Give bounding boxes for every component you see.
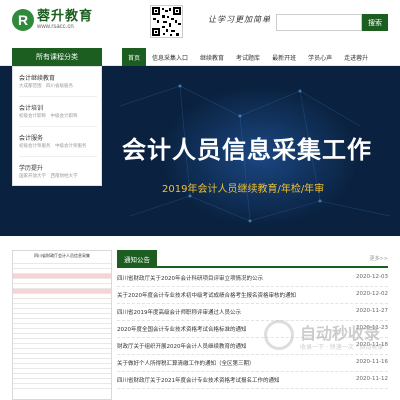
category-title: 学历提升 — [19, 165, 44, 172]
category-panel: 会计继续教育 大成都范围 四川省级服务 会计培训 初级会计职称 中级会计职称 会… — [12, 66, 102, 186]
notice-item[interactable]: 关于做好个人所得税汇算清缴工作的通知（全区第三期） 2020-11-16 — [117, 355, 388, 372]
logo-url: www.rsacc.cn — [37, 24, 74, 30]
lower-section: 四川省财政厅会计人员信息采集 通知公告 更多>> 四川省财政厅关于2020年会计… — [0, 236, 400, 400]
category-group[interactable]: 会计培训 初级会计职称 中级会计职称 — [19, 103, 78, 119]
notice-date: 2020-11-18 — [356, 342, 388, 348]
logo-name: 蓉升教育 — [37, 8, 94, 23]
notice-item[interactable]: 四川省2019年度高级会计师职称评审通过人员公示 2020-11-27 — [117, 304, 388, 321]
logo-text: 蓉升教育 www.rsacc.cn — [37, 9, 93, 31]
notice-date: 2020-12-03 — [356, 274, 388, 280]
banner-subtitle: 2019年会计人员继续教育/年检/年审 — [162, 184, 325, 195]
notice-date: 2020-11-27 — [356, 308, 388, 314]
notice-date: 2020-12-02 — [356, 291, 388, 297]
notice-title[interactable]: 关于2020年度会计专业技术初中级考试成绩合格考生报名资格审核的通知 — [117, 291, 322, 299]
category-divider — [19, 96, 97, 97]
notice-title[interactable]: 四川省财政厅关于2020年会计科研项目评审立项情况的公示 — [117, 274, 322, 282]
notice-header: 通知公告 更多>> — [117, 250, 388, 268]
search-input[interactable] — [276, 14, 362, 31]
document-thumbnail[interactable]: 四川省财政厅会计人员信息采集 — [12, 250, 112, 400]
site-header: R 蓉升教育 www.rsacc.cn 让学习更加简单 搜索 — [0, 0, 400, 48]
nav-item-info-collection[interactable]: 信息采集入口 — [146, 48, 194, 66]
notice-more-link[interactable]: 更多>> — [370, 255, 388, 262]
qr-code-icon — [150, 5, 183, 38]
notice-date: 2020-11-16 — [356, 359, 388, 365]
notice-item[interactable]: 2020年度全国会计专业技术资格考试合格标准的通知 2020-11-23 — [117, 321, 388, 338]
search-button[interactable]: 搜索 — [362, 14, 388, 31]
page: R 蓉升教育 www.rsacc.cn 让学习更加简单 搜索 所有课程分类 首页… — [0, 0, 400, 400]
notice-title[interactable]: 四川省2019年度高级会计师职称评审通过人员公示 — [117, 308, 322, 316]
notice-panel: 通知公告 更多>> 四川省财政厅关于2020年会计科研项目评审立项情况的公示 2… — [117, 250, 388, 400]
nav-item-continuing-education[interactable]: 继续教育 — [194, 48, 230, 66]
notice-title[interactable]: 财政厅关于组织开展2020年会计人员继续教育的通知 — [117, 342, 322, 350]
category-title: 会计继续教育 — [19, 75, 56, 82]
category-group[interactable]: 会计服务 初级会计师服务 中级会计师服务 — [19, 133, 87, 149]
notice-title[interactable]: 2020年度全国会计专业技术资格考试合格标准的通知 — [117, 325, 322, 333]
notice-title[interactable]: 四川省财政厅关于2021年度会计专业技术资格考试报名工作的通知 — [117, 376, 322, 384]
category-sub: 国家开放大学 西南财经大学 — [19, 174, 78, 179]
notice-item[interactable]: 四川省财政厅关于2020年会计科研项目评审立项情况的公示 2020-12-03 — [117, 270, 388, 287]
nav-item-testimonials[interactable]: 学员心声 — [302, 48, 338, 66]
notice-item[interactable]: 关于2020年度会计专业技术初中级考试成绩合格考生报名资格审核的通知 2020-… — [117, 287, 388, 304]
category-title: 会计服务 — [19, 135, 44, 142]
nav-item-about[interactable]: 走进蓉升 — [338, 48, 374, 66]
notice-date: 2020-11-23 — [356, 325, 388, 331]
logo-mark-icon: R — [12, 9, 34, 31]
category-divider — [19, 156, 97, 157]
notice-item[interactable]: 财政厅关于组织开展2020年会计人员继续教育的通知 2020-11-18 — [117, 338, 388, 355]
document-rows — [13, 259, 111, 389]
notice-tab[interactable]: 通知公告 — [117, 250, 157, 268]
nav-item-exam-bank[interactable]: 考试题库 — [230, 48, 266, 66]
banner-title: 会计人员信息采集工作 — [122, 136, 372, 164]
notice-date: 2020-11-12 — [356, 376, 388, 382]
notice-title[interactable]: 关于做好个人所得税汇算清缴工作的通知（全区第三期） — [117, 359, 322, 367]
notice-item[interactable]: 四川省财政厅关于2021年度会计专业技术资格考试报名工作的通知 2020-11-… — [117, 372, 388, 389]
nav-item-home[interactable]: 首页 — [122, 48, 147, 66]
site-logo[interactable]: R 蓉升教育 www.rsacc.cn — [12, 9, 93, 31]
nav-items: 首页 信息采集入口 继续教育 考试题库 最新开班 学员心声 走进蓉升 — [122, 48, 374, 66]
category-sub: 初级会计职称 中级会计职称 — [19, 114, 78, 119]
category-sub: 初级会计师服务 中级会计师服务 — [19, 144, 87, 149]
category-group[interactable]: 会计继续教育 大成都范围 四川省级服务 — [19, 73, 73, 89]
all-courses-category-button[interactable]: 所有课程分类 — [12, 48, 102, 66]
document-row — [13, 384, 111, 389]
category-sub: 大成都范围 四川省级服务 — [19, 84, 73, 89]
main-nav: 所有课程分类 首页 信息采集入口 继续教育 考试题库 最新开班 学员心声 走进蓉… — [0, 48, 400, 66]
notice-list: 四川省财政厅关于2020年会计科研项目评审立项情况的公示 2020-12-03 … — [117, 270, 388, 389]
nav-item-new-classes[interactable]: 最新开班 — [266, 48, 302, 66]
category-title: 会计培训 — [19, 105, 44, 112]
category-divider — [19, 126, 97, 127]
site-slogan: 让学习更加简单 — [208, 15, 271, 24]
category-group[interactable]: 学历提升 国家开放大学 西南财经大学 — [19, 163, 78, 179]
